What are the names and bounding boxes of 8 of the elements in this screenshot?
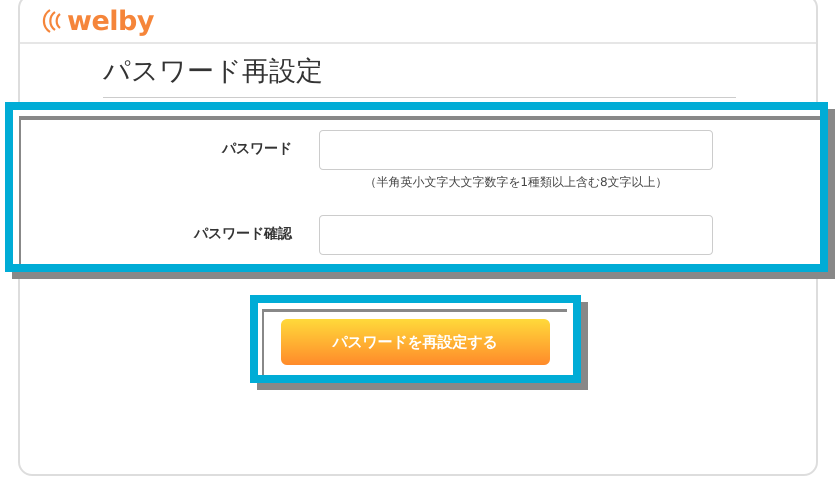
reset-password-button[interactable]: パスワードを再設定する <box>280 319 550 365</box>
field-hint: （半角英小文字大文字数字を1種類以上含む8文字以上） <box>363 174 669 191</box>
page-title: パスワード再設定 <box>103 56 736 98</box>
password-field[interactable] <box>319 215 713 255</box>
logo-text: welby <box>67 6 154 36</box>
password-field[interactable] <box>319 130 713 170</box>
field-label: パスワード <box>220 140 292 158</box>
field-label: パスワード確認 <box>192 225 292 243</box>
